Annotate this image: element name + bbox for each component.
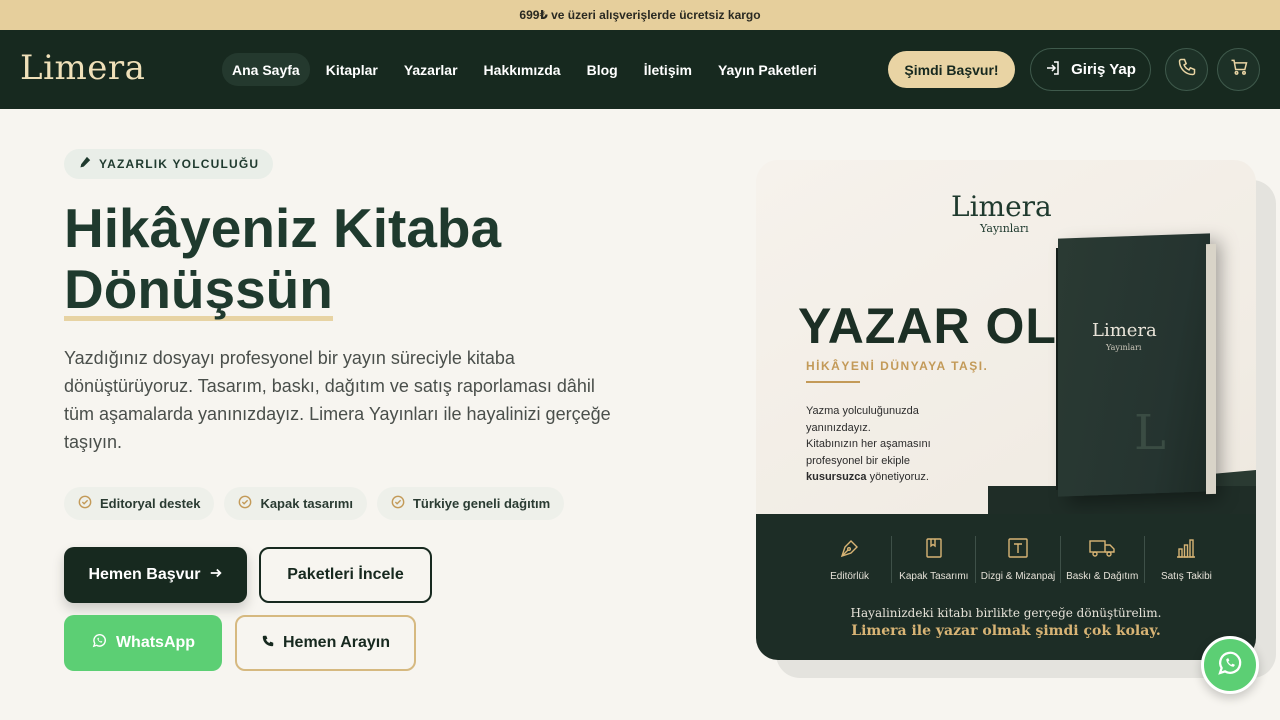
promo-logo-sub: Yayınları (980, 222, 1029, 235)
nav-item-blog[interactable]: Blog (577, 53, 628, 86)
service-label: Kapak Tasarımı (899, 571, 969, 582)
view-packages-label: Paketleri İncele (287, 566, 404, 583)
promo-body-line: Yazma yolculuğunuzda yanınızdayız. (806, 405, 919, 434)
nav-item-authors[interactable]: Yazarlar (394, 53, 468, 86)
service-item: Satış Takibi (1145, 536, 1228, 583)
truck-icon (1088, 536, 1116, 565)
book-pages (1206, 243, 1216, 495)
pen-nib-icon (838, 536, 862, 565)
service-label: Baskı & Dağıtım (1066, 571, 1139, 582)
book-cover-mark: L (1134, 405, 1166, 461)
main-navigation: Limera Ana Sayfa Kitaplar Yazarlar Hakkı… (0, 30, 1280, 109)
feature-item: Kapak tasarımı (224, 487, 367, 520)
whatsapp-icon (1215, 648, 1245, 683)
pen-icon (78, 156, 91, 172)
promo-title: YAZAR OL (798, 298, 1057, 354)
hero-title: Hikâyeniz Kitaba Dönüşsün (64, 198, 624, 321)
login-label: Giriş Yap (1071, 61, 1136, 78)
check-circle-icon (78, 495, 92, 512)
text-box-icon (1006, 536, 1030, 565)
service-item: Dizgi & Mizanpaj (976, 536, 1061, 583)
announcement-bar: 699₺ ve üzeri alışverişlerde ücretsiz ka… (0, 0, 1280, 30)
promo-subtitle: HİKÂYENİ DÜNYAYA TAŞI. (806, 359, 989, 373)
phone-icon (261, 634, 275, 653)
promo-divider (806, 381, 860, 383)
cart-icon (1229, 57, 1249, 82)
service-item: Editörlük (808, 536, 893, 583)
arrow-right-icon (209, 566, 223, 585)
feature-label: Türkiye geneli dağıtım (412, 496, 551, 511)
apply-now-button[interactable]: Şimdi Başvur! (888, 51, 1015, 88)
service-label: Dizgi & Mizanpaj (980, 571, 1056, 582)
call-now-label: Hemen Arayın (283, 634, 390, 651)
login-icon (1045, 60, 1061, 80)
whatsapp-button[interactable]: WhatsApp (64, 615, 222, 671)
services-list: Editörlük Kapak Tasarımı Dizgi & Mizanpa… (808, 536, 1228, 583)
promo-body-line: Kitabınızın her aşamasını profesyonel bi… (806, 438, 931, 467)
feature-label: Editoryal destek (100, 496, 201, 511)
hero-badge-label: YAZARLIK YOLCULUĞU (99, 157, 260, 171)
nav-item-about[interactable]: Hakkımızda (474, 53, 571, 86)
nav-item-home[interactable]: Ana Sayfa (222, 53, 310, 86)
check-circle-icon (238, 495, 252, 512)
whatsapp-floating-button[interactable] (1201, 636, 1259, 694)
announcement-text: 699₺ ve üzeri alışverişlerde ücretsiz ka… (519, 8, 761, 22)
hero-apply-label: Hemen Başvur (88, 566, 201, 583)
promo-footer-line1: Hayalinizdeki kitabı birlikte gerçeğe dö… (850, 606, 1162, 620)
brand-logo[interactable]: Limera (20, 48, 145, 88)
feature-list: Editoryal destek Kapak tasarımı Türkiye … (64, 487, 565, 520)
feature-item: Türkiye geneli dağıtım (376, 487, 565, 520)
check-circle-icon (391, 495, 405, 512)
service-label: Editörlük (830, 571, 870, 582)
nav-item-contact[interactable]: İletişim (634, 53, 702, 86)
bar-chart-icon (1174, 536, 1198, 565)
nav-item-packages[interactable]: Yayın Paketleri (708, 53, 827, 86)
promo-card: Limera Yayınları YAZAR OL HİKÂYENİ DÜNYA… (756, 160, 1256, 660)
phone-icon (1177, 57, 1197, 82)
promo-footer-line2: Limera ile yazar olmak şimdi çok kolay. (851, 623, 1161, 639)
call-now-button[interactable]: Hemen Arayın (235, 615, 416, 671)
promo-body: Yazma yolculuğunuzda yanınızdayız. Kitab… (806, 403, 976, 486)
nav-item-books[interactable]: Kitaplar (316, 53, 388, 86)
hero-title-line1: Hikâyeniz Kitaba (64, 197, 502, 259)
view-packages-button[interactable]: Paketleri İncele (259, 547, 432, 603)
login-button[interactable]: Giriş Yap (1030, 48, 1151, 91)
hero-badge: YAZARLIK YOLCULUĞU (64, 149, 274, 179)
promo-logo: Limera (951, 190, 1052, 223)
hero-apply-button[interactable]: Hemen Başvur (64, 547, 247, 603)
service-item: Kapak Tasarımı (892, 536, 977, 583)
promo-body-bold: kusursuzca (806, 471, 867, 483)
service-item: Baskı & Dağıtım (1061, 536, 1145, 583)
whatsapp-label: WhatsApp (115, 634, 196, 651)
cart-button[interactable] (1217, 48, 1260, 91)
phone-button[interactable] (1165, 48, 1208, 91)
feature-label: Kapak tasarımı (260, 496, 353, 511)
service-label: Satış Takibi (1160, 571, 1212, 582)
book-icon (922, 536, 946, 565)
hero-description: Yazdığınız dosyayı profesyonel bir yayın… (64, 348, 611, 452)
whatsapp-icon (91, 632, 108, 654)
hero-title-line2: Dönüşsün (64, 258, 333, 321)
book-cover-logo-sub: Yayınları (1106, 343, 1142, 352)
feature-item: Editoryal destek (64, 487, 215, 520)
promo-body-line: yönetiyoruz. (869, 471, 929, 483)
nav-menu: Ana Sayfa Kitaplar Yazarlar Hakkımızda B… (222, 53, 827, 86)
book-cover-logo: Limera (1092, 320, 1157, 341)
